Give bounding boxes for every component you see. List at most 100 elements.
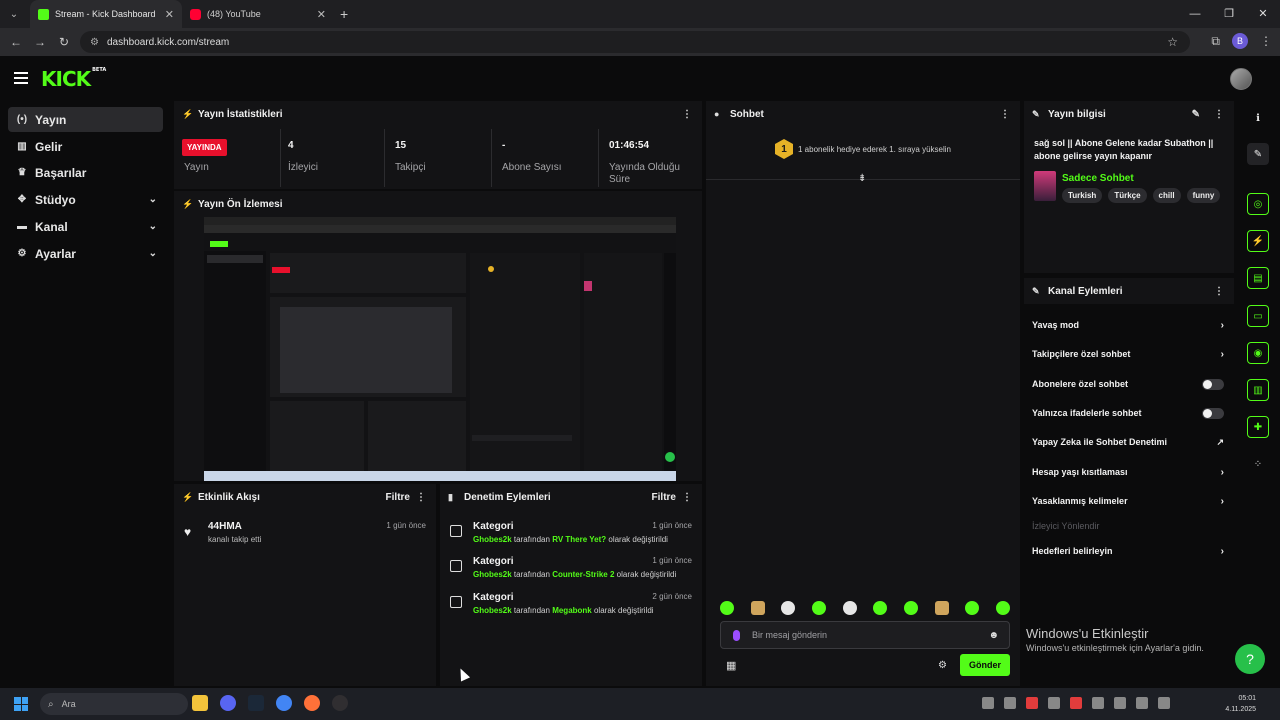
more-options-icon[interactable]: ⋮ — [1214, 286, 1224, 297]
tab-youtube[interactable]: (48) YouTube ✕ — [182, 0, 334, 28]
sidebar-item-label: Yayın — [35, 112, 67, 127]
emote-icon[interactable] — [934, 601, 949, 615]
more-options-icon[interactable]: ⋮ — [682, 492, 692, 503]
document-icon[interactable]: ▤ — [1247, 267, 1269, 289]
minimize-icon[interactable]: — — [1178, 0, 1212, 28]
emote-icon[interactable] — [995, 601, 1010, 615]
edit-icon[interactable]: ✎ — [1247, 143, 1269, 165]
activity-user[interactable]: 44HMA — [208, 521, 242, 532]
more-options-icon[interactable]: ⋮ — [416, 492, 426, 503]
user-avatar[interactable] — [1230, 68, 1252, 90]
sidebar-item-kanal[interactable]: ▬ Kanal ⌄ — [8, 214, 163, 239]
site-info-icon[interactable]: ⚙ — [90, 37, 99, 48]
browser-menu-icon[interactable]: ⋮ — [1260, 34, 1272, 48]
tray-icon[interactable] — [1026, 697, 1038, 709]
sidebar-item-basarilar[interactable]: ♛ Başarılar — [8, 160, 163, 185]
action-ai-moderation[interactable]: Yapay Zeka ile Sohbet Denetimi ↗ — [1032, 431, 1224, 453]
steam-icon[interactable] — [248, 695, 264, 711]
filter-button[interactable]: Filtre — [386, 492, 410, 503]
store-icon[interactable]: ▦ — [726, 659, 736, 672]
sidebar-item-yayin[interactable]: (•) Yayın — [8, 107, 163, 132]
taskbar-search[interactable]: ⌕ Ara — [40, 693, 188, 715]
tray-icon[interactable] — [1114, 697, 1126, 709]
sidebar-item-ayarlar[interactable]: ⚙ Ayarlar ⌄ — [8, 241, 163, 266]
mod-mid: tarafından — [513, 535, 550, 544]
subscribers-only-toggle[interactable] — [1202, 378, 1224, 390]
tab-close-icon[interactable]: ✕ — [317, 8, 326, 21]
emote-icon[interactable] — [750, 601, 765, 615]
tag: Türkçe — [1108, 188, 1147, 203]
filter-button[interactable]: Filtre — [652, 492, 676, 503]
hamburger-menu-icon[interactable] — [14, 72, 28, 87]
tray-icon[interactable] — [1048, 697, 1060, 709]
new-tab-icon[interactable]: + — [340, 6, 348, 22]
firefox-icon[interactable] — [304, 695, 320, 711]
discord-icon[interactable] — [220, 695, 236, 711]
address-bar[interactable]: ⚙ dashboard.kick.com/stream ☆ — [80, 31, 1190, 53]
chrome-icon[interactable] — [276, 695, 292, 711]
emoji-icon[interactable]: ☻ — [988, 630, 999, 641]
emote-icon[interactable] — [720, 601, 734, 615]
emote-icon[interactable] — [811, 601, 826, 615]
message-icon[interactable]: ▭ — [1247, 305, 1269, 327]
tray-icon[interactable] — [1070, 697, 1082, 709]
back-icon[interactable]: ← — [4, 35, 28, 49]
close-window-icon[interactable]: ✕ — [1246, 0, 1280, 28]
reload-icon[interactable]: ↻ — [52, 35, 76, 49]
emote-icon[interactable] — [873, 601, 888, 615]
action-slow-mode[interactable]: Yavaş mod › — [1032, 314, 1224, 336]
sidebar-item-studyo[interactable]: ✥ Stüdyo ⌄ — [8, 187, 163, 212]
network-icon[interactable] — [1158, 697, 1170, 709]
tab-kick-dashboard[interactable]: Stream - Kick Dashboard ✕ — [30, 0, 182, 28]
bookmark-star-icon[interactable]: ☆ — [1167, 35, 1178, 49]
mic-icon[interactable] — [733, 629, 740, 641]
taskbar-clock[interactable]: 05:01 4.11.2025 — [1225, 693, 1256, 715]
emote-icon[interactable] — [842, 601, 857, 615]
emote-icon[interactable] — [965, 601, 980, 615]
obs-icon[interactable] — [332, 695, 348, 711]
extensions-icon[interactable]: ⧉ — [1211, 34, 1220, 49]
windows-start-icon[interactable] — [14, 697, 28, 711]
layout-icon[interactable]: ▥ — [1247, 379, 1269, 401]
forward-icon[interactable]: → — [28, 35, 52, 49]
stream-category[interactable]: Sadece Sohbet — [1062, 173, 1134, 184]
profile-avatar[interactable]: B — [1232, 33, 1248, 49]
action-followers-only[interactable]: Takipçilere özel sohbet › — [1032, 343, 1224, 365]
pencil-icon[interactable]: ✎ — [1192, 109, 1200, 120]
tray-icon[interactable] — [1004, 697, 1016, 709]
chat-message-input[interactable]: Bir mesaj gönderin ☻ — [720, 621, 1010, 649]
restore-icon[interactable]: ❐ — [1212, 0, 1246, 28]
sidebar-item-gelir[interactable]: ▥ Gelir — [8, 134, 163, 159]
tray-icon[interactable] — [1092, 697, 1104, 709]
mod-user[interactable]: Ghobes2k — [473, 570, 512, 579]
mod-user[interactable]: Ghobes2k — [473, 535, 512, 544]
volume-icon[interactable] — [1136, 697, 1148, 709]
gift-leaderboard[interactable]: 1 1 abonelik hediye ederek 1. sıraya yük… — [706, 139, 1020, 159]
more-options-icon[interactable]: ⋮ — [1000, 109, 1010, 120]
tab-close-icon[interactable]: ✕ — [165, 8, 174, 21]
wrench-rail-icon[interactable]: ✚ — [1247, 416, 1269, 438]
tab-list-icon[interactable]: ⌄ — [4, 4, 24, 24]
emotes-only-toggle[interactable] — [1202, 407, 1224, 419]
apps-icon[interactable]: ⁘ — [1247, 453, 1269, 475]
send-button[interactable]: Gönder — [960, 654, 1010, 676]
mod-user[interactable]: Ghobes2k — [473, 606, 512, 615]
stream-preview-video[interactable] — [204, 217, 676, 481]
kick-logo[interactable]: KICK BETA — [41, 67, 106, 91]
action-goals[interactable]: Hedefleri belirleyin › — [1032, 540, 1224, 562]
action-banned-words[interactable]: Yasaklanmış kelimeler › — [1032, 490, 1224, 512]
emote-icon[interactable] — [781, 601, 796, 615]
file-explorer-icon[interactable] — [192, 695, 208, 711]
action-account-age[interactable]: Hesap yaşı kısıtlaması › — [1032, 461, 1224, 483]
chat-settings-icon[interactable]: ⚙ — [938, 660, 947, 671]
more-options-icon[interactable]: ⋮ — [682, 109, 692, 120]
lightning-icon[interactable]: ⚡ — [1247, 230, 1269, 252]
emote-icon[interactable] — [903, 601, 918, 615]
more-options-icon[interactable]: ⋮ — [1214, 109, 1224, 120]
broadcast-rail-icon[interactable]: ◉ — [1247, 342, 1269, 364]
tray-icon[interactable] — [982, 697, 994, 709]
help-button[interactable]: ? — [1235, 644, 1265, 674]
info-icon[interactable]: ℹ — [1247, 107, 1269, 129]
expand-icon[interactable]: ⇟ — [858, 173, 866, 184]
focus-icon[interactable]: ◎ — [1247, 193, 1269, 215]
